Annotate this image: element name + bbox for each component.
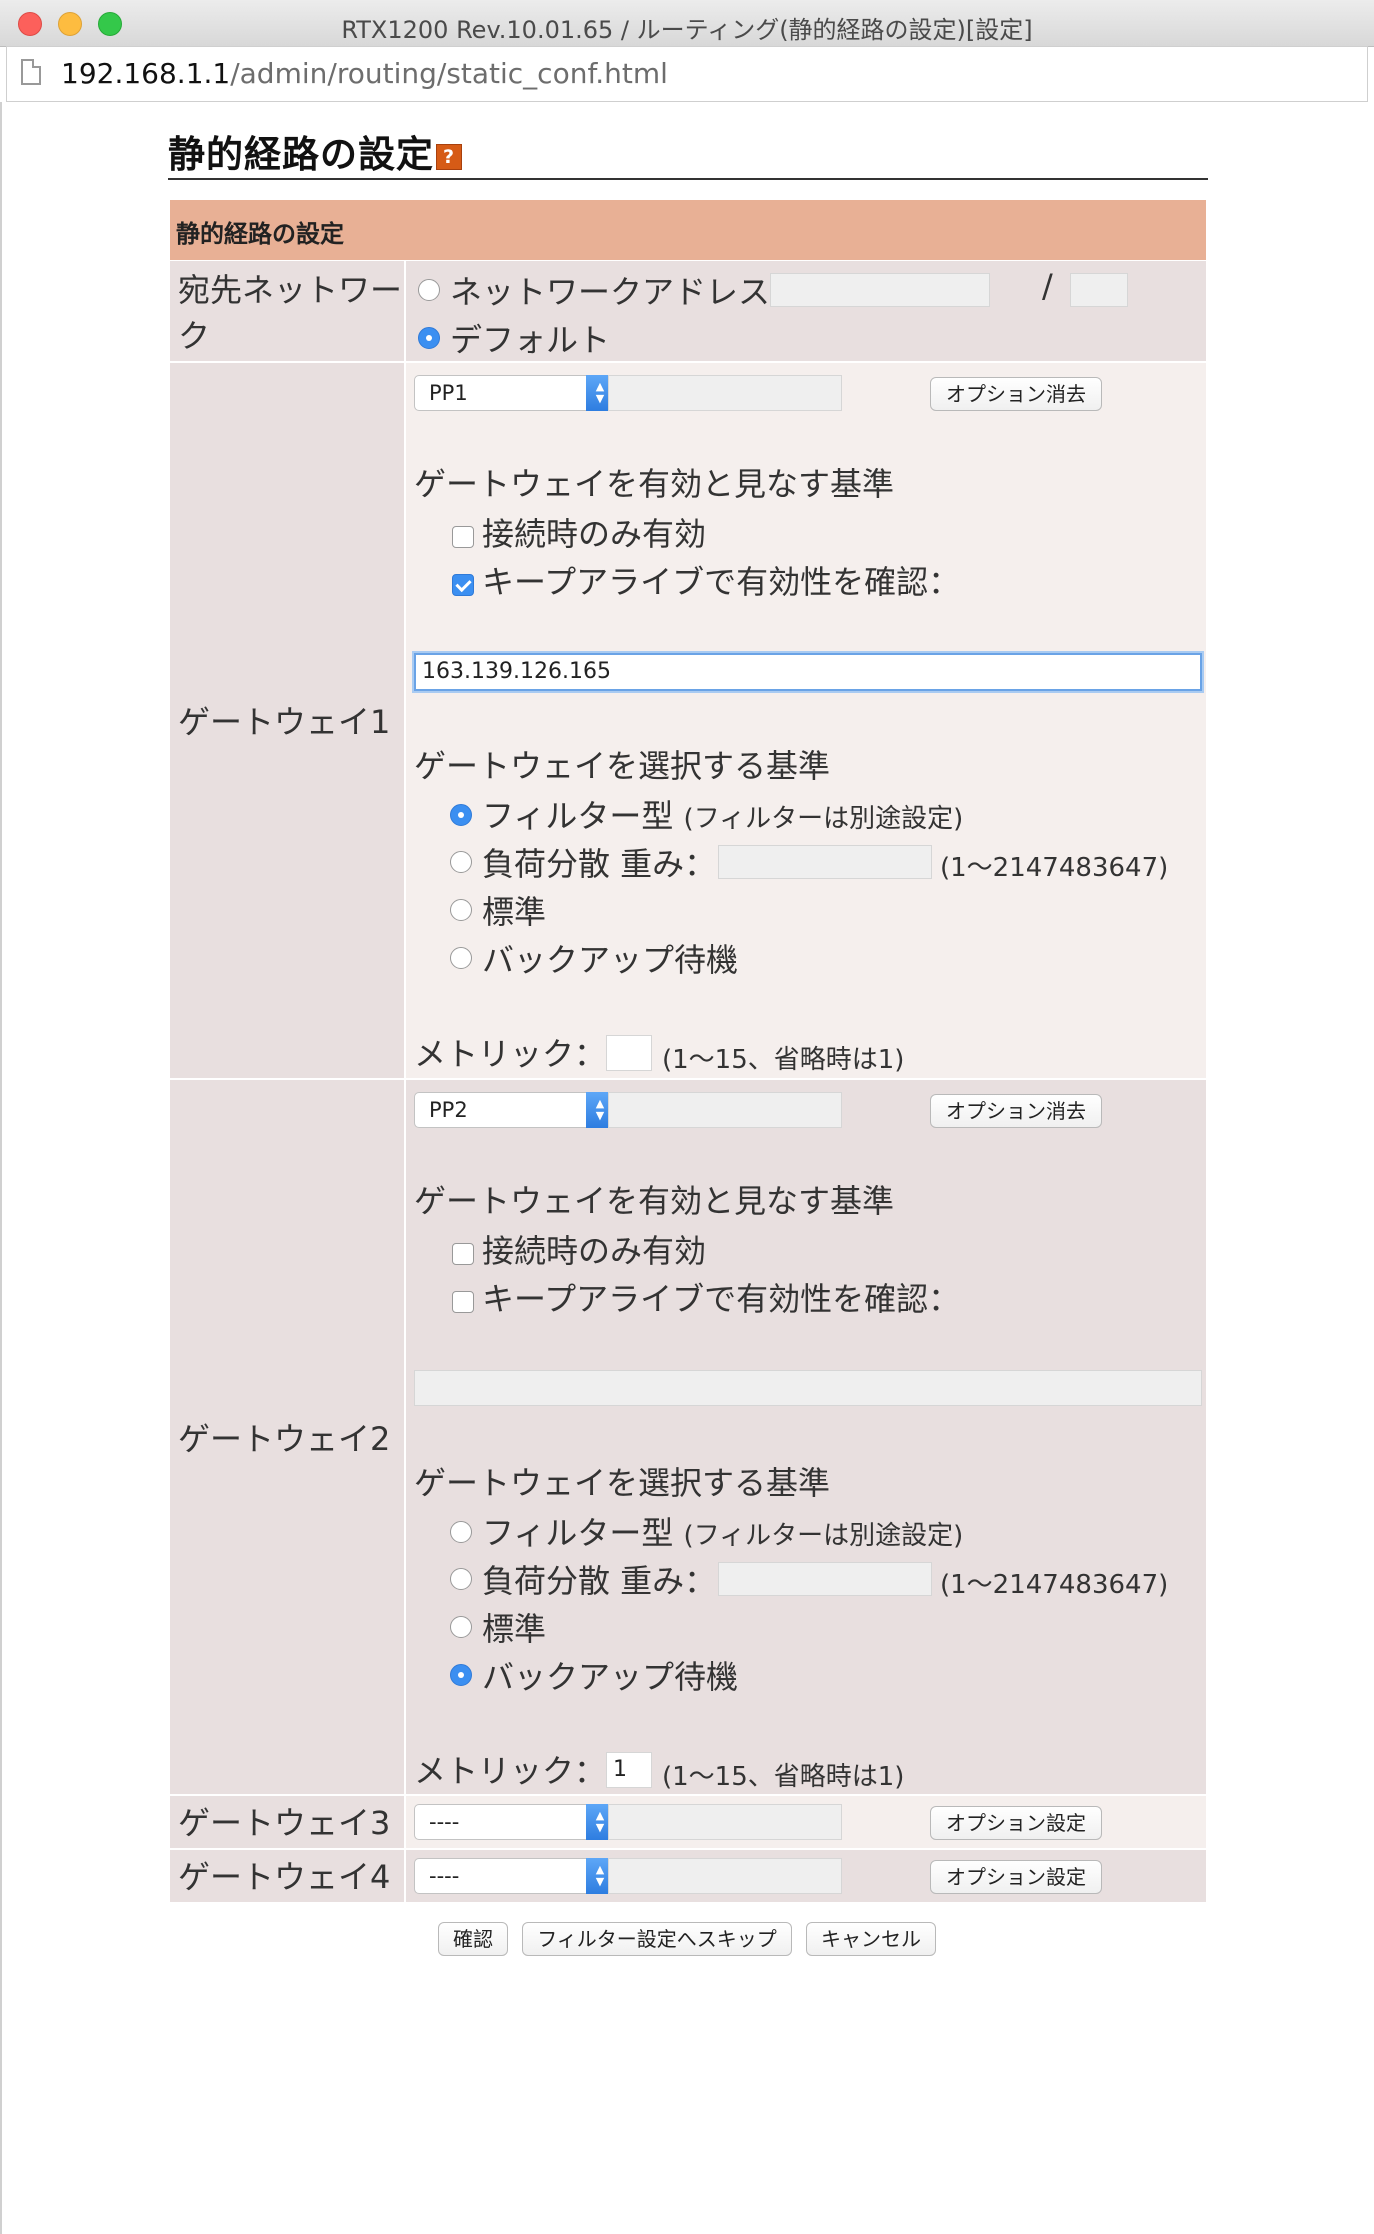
gateway1-interface-select[interactable]: PP1 ▲ ▼ <box>414 375 614 411</box>
title-divider <box>168 178 1208 180</box>
document-icon <box>21 59 41 85</box>
gateway3-interface-detail[interactable] <box>608 1804 842 1840</box>
gateway2-keepalive-checkbox[interactable] <box>452 1291 474 1313</box>
url-text[interactable]: 192.168.1.1/admin/routing/static_conf.ht… <box>61 57 668 90</box>
gateway1-metric-label: メトリック： <box>414 1035 607 1073</box>
gateway2-option-clear-button[interactable]: オプション消去 <box>930 1094 1102 1128</box>
gateway1-keepalive-checkbox[interactable] <box>452 574 474 596</box>
gateway1-filter-note: (フィルターは別途設定) <box>683 804 964 834</box>
gateway2-standard-radio[interactable] <box>450 1616 472 1638</box>
cancel-button[interactable]: キャンセル <box>806 1922 936 1956</box>
gateway1-standard-radio[interactable] <box>450 899 472 921</box>
gateway4-interface-value: ---- <box>429 1864 460 1888</box>
gateway2-label-cell: ゲートウェイ2 <box>170 1080 404 1794</box>
gateway1-connect-only-label: 接続時のみ有効 <box>482 515 707 553</box>
url-host: 192.168.1.1 <box>61 57 231 90</box>
network-address-input[interactable] <box>770 273 990 307</box>
prefix-length-input[interactable] <box>1070 273 1128 307</box>
section-header-text: 静的経路の設定 <box>176 220 344 248</box>
slash-separator: / <box>1042 267 1053 305</box>
gateway3-label: ゲートウェイ3 <box>178 1804 391 1842</box>
default-route-label: デフォルト <box>450 321 611 359</box>
gateway2-loadbalance-label: 負荷分散 重み： <box>482 1562 717 1600</box>
gateway2-weight-input[interactable] <box>718 1562 932 1596</box>
gateway2-filter-option: フィルター型 (フィルターは別途設定) <box>482 1508 963 1554</box>
url-path: /admin/routing/static_conf.html <box>230 57 668 90</box>
gateway1-keepalive-label: キープアライブで有効性を確認： <box>482 563 961 601</box>
gateway3-interface-select[interactable]: ---- ▲ ▼ <box>414 1804 614 1840</box>
gateway4-label-cell: ゲートウェイ4 <box>170 1850 404 1902</box>
gateway1-validity-heading: ゲートウェイを有効と見なす基準 <box>414 465 895 503</box>
page-title: 静的経路の設定? <box>168 124 462 178</box>
gateway1-label: ゲートウェイ1 <box>178 703 391 741</box>
gateway1-label-cell: ゲートウェイ1 <box>170 363 404 1078</box>
window-title: RTX1200 Rev.10.01.65 / ルーティング(静的経路の設定)[設… <box>341 16 1033 44</box>
gateway1-select-heading: ゲートウェイを選択する基準 <box>414 747 831 785</box>
gateway2-weight-range: (1〜2147483647) <box>940 1570 1169 1600</box>
gateway1-weight-range: (1〜2147483647) <box>940 853 1169 883</box>
gateway2-backup-label: バックアップ待機 <box>482 1658 739 1696</box>
gateway2-filter-radio[interactable] <box>450 1521 472 1543</box>
network-address-label: ネットワークアドレス <box>450 273 771 311</box>
help-icon[interactable]: ? <box>436 143 462 170</box>
destination-label: 宛先ネットワーク <box>178 271 403 355</box>
gateway1-option-clear-button[interactable]: オプション消去 <box>930 377 1102 411</box>
page-title-text: 静的経路の設定 <box>168 133 434 176</box>
gateway2-backup-radio[interactable] <box>450 1664 472 1686</box>
gateway3-interface-value: ---- <box>429 1810 460 1834</box>
gateway2-metric-label: メトリック： <box>414 1752 607 1790</box>
gateway4-interface-detail[interactable] <box>608 1858 842 1894</box>
gateway2-connect-only-checkbox[interactable] <box>452 1243 474 1265</box>
destination-label-cell: 宛先ネットワーク <box>170 261 404 361</box>
gateway2-metric-input[interactable]: 1 <box>606 1752 652 1788</box>
gateway2-filter-label: フィルター型 <box>482 1514 674 1552</box>
gateway3-option-set-button[interactable]: オプション設定 <box>930 1806 1102 1840</box>
gateway1-loadbalance-label: 負荷分散 重み： <box>482 845 717 883</box>
gateway1-keepalive-host-input[interactable]: 163.139.126.165 <box>414 653 1202 691</box>
address-bar[interactable]: 192.168.1.1/admin/routing/static_conf.ht… <box>6 46 1368 102</box>
gateway3-label-cell: ゲートウェイ3 <box>170 1796 404 1848</box>
skip-to-filter-button[interactable]: フィルター設定へスキップ <box>522 1922 792 1956</box>
gateway2-interface-value: PP2 <box>429 1098 468 1122</box>
gateway1-connect-only-checkbox[interactable] <box>452 526 474 548</box>
gateway4-interface-select[interactable]: ---- ▲ ▼ <box>414 1858 614 1894</box>
default-route-radio[interactable] <box>418 327 440 349</box>
gateway2-value-cell: PP2 ▲ ▼ オプション消去 ゲートウェイを有効と見なす基準 接続時のみ有効 キー… <box>406 1080 1206 1794</box>
gateway4-label: ゲートウェイ4 <box>178 1858 391 1896</box>
gateway1-backup-radio[interactable] <box>450 947 472 969</box>
gateway1-value-cell: PP1 ▲ ▼ オプション消去 ゲートウェイを有効と見なす基準 接続時のみ有効 キー… <box>406 363 1206 1078</box>
gateway1-metric-note: (1〜15、省略時は1) <box>662 1045 905 1075</box>
section-header: 静的経路の設定 <box>170 200 1206 260</box>
gateway2-select-heading: ゲートウェイを選択する基準 <box>414 1464 831 1502</box>
gateway1-metric-input[interactable] <box>606 1035 652 1071</box>
destination-value-cell: ネットワークアドレス / デフォルト <box>406 261 1206 361</box>
gateway1-filter-radio[interactable] <box>450 804 472 826</box>
gateway2-loadbalance-radio[interactable] <box>450 1568 472 1590</box>
gateway1-backup-label: バックアップ待機 <box>482 941 739 979</box>
gateway2-filter-note: (フィルターは別途設定) <box>683 1521 964 1551</box>
window-titlebar: RTX1200 Rev.10.01.65 / ルーティング(静的経路の設定)[設… <box>0 0 1374 47</box>
confirm-button[interactable]: 確認 <box>438 1922 508 1956</box>
gateway2-keepalive-label: キープアライブで有効性を確認： <box>482 1280 961 1318</box>
gateway1-weight-input[interactable] <box>718 845 932 879</box>
gateway4-option-set-button[interactable]: オプション設定 <box>930 1860 1102 1894</box>
gateway1-filter-label: フィルター型 <box>482 797 674 835</box>
network-address-radio[interactable] <box>418 279 440 301</box>
gateway2-interface-select[interactable]: PP2 ▲ ▼ <box>414 1092 614 1128</box>
gateway2-metric-note: (1〜15、省略時は1) <box>662 1762 905 1792</box>
gateway1-filter-option: フィルター型 (フィルターは別途設定) <box>482 791 963 837</box>
gateway2-standard-label: 標準 <box>482 1610 547 1648</box>
gateway1-standard-label: 標準 <box>482 893 547 931</box>
gateway1-interface-value: PP1 <box>429 381 468 405</box>
gateway2-interface-detail[interactable] <box>608 1092 842 1128</box>
gateway2-keepalive-host-input[interactable] <box>414 1370 1202 1406</box>
gateway2-label: ゲートウェイ2 <box>178 1420 391 1458</box>
gateway4-value-cell: ---- ▲ ▼ オプション設定 <box>406 1850 1206 1902</box>
gateway2-validity-heading: ゲートウェイを有効と見なす基準 <box>414 1182 895 1220</box>
gateway1-loadbalance-radio[interactable] <box>450 851 472 873</box>
gateway2-connect-only-label: 接続時のみ有効 <box>482 1232 707 1270</box>
gateway3-value-cell: ---- ▲ ▼ オプション設定 <box>406 1796 1206 1848</box>
gateway1-interface-detail[interactable] <box>608 375 842 411</box>
